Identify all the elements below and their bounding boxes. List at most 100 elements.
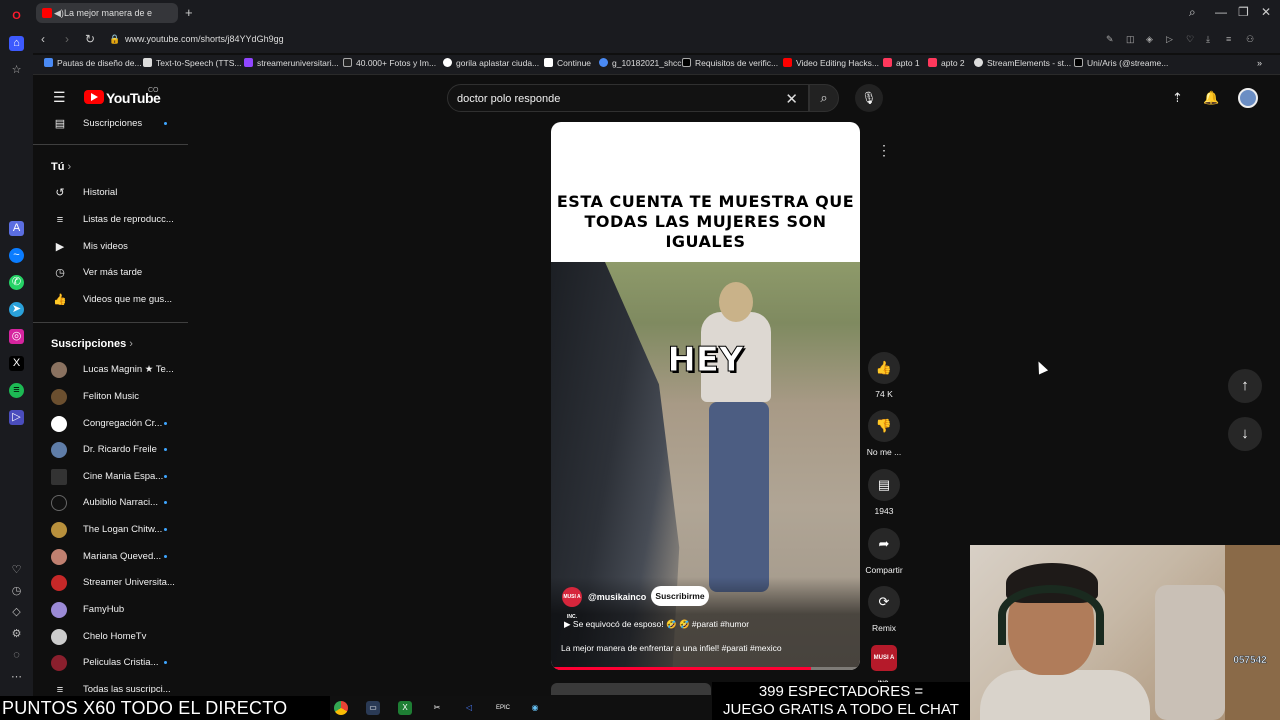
search-button[interactable]: ⌕ [809, 84, 839, 112]
forward-button[interactable]: › [65, 32, 69, 46]
messenger-icon[interactable]: ~ [9, 248, 24, 263]
subscription-item[interactable]: Aubiblio Narraci... [33, 491, 193, 515]
more-options-icon[interactable]: ⋮ [870, 136, 898, 164]
search-tabs-icon[interactable]: ⌕ [1189, 5, 1196, 20]
whatsapp-icon[interactable]: ✆ [9, 275, 24, 290]
sidebar-item-liked-videos[interactable]: 👍 Videos que me gus... [33, 288, 193, 312]
steam-icon[interactable]: ◉ [528, 701, 542, 715]
download-icon[interactable]: ⤓ [1206, 34, 1210, 45]
microphone-icon[interactable]: 🎙 [855, 84, 883, 112]
bookmark-item[interactable]: apto 2 [928, 58, 965, 68]
history-icon[interactable]: ◷ [9, 584, 24, 599]
camera-icon[interactable]: ◫ [1126, 34, 1135, 45]
channel-avatar[interactable]: MUSI A INC. [562, 587, 582, 620]
more-icon[interactable]: ⋯ [9, 670, 24, 685]
sound-thumbnail[interactable]: MUSI A INC. [871, 645, 897, 687]
section-heading-subscriptions[interactable]: Suscripciones › [51, 338, 133, 350]
video-title[interactable]: La mejor manera de enfrentar a una infie… [561, 643, 782, 653]
url-field[interactable]: www.youtube.com/shorts/j84YYdGh9gg [125, 34, 284, 44]
youtube-logo-icon[interactable] [84, 90, 104, 104]
epic-games-icon[interactable]: EPIC [496, 701, 510, 715]
hamburger-menu-icon[interactable]: ☰ [53, 89, 66, 106]
opera-logo-icon[interactable]: O [9, 9, 24, 24]
account-avatar[interactable] [1238, 88, 1258, 108]
subscription-item[interactable]: Chelo HomeTv [33, 625, 193, 649]
shield-icon[interactable]: ◈ [1146, 34, 1153, 45]
edit-icon[interactable]: ✎ [1106, 34, 1114, 45]
vscode-icon[interactable]: ◁ [462, 701, 476, 715]
next-short-button[interactable]: ↓ [1228, 417, 1262, 451]
bookmark-item[interactable]: gorila aplastar ciuda... [443, 58, 539, 68]
subscription-item[interactable]: Feliton Music [33, 385, 193, 409]
music-link[interactable]: ▶ Se equivocó de esposo! 🤣 🤣 #parati #hu… [564, 619, 749, 630]
short-player[interactable]: ESTA CUENTA TE MUESTRA QUE TODAS LAS MUJ… [551, 122, 860, 670]
section-heading-you[interactable]: Tú › [51, 161, 71, 173]
telegram-icon[interactable]: ➤ [9, 302, 24, 317]
player-icon[interactable]: ▷ [9, 410, 24, 425]
subscription-item[interactable]: Congregación Cr... [33, 412, 193, 436]
subscription-item[interactable]: FamyHub [33, 598, 193, 622]
app-icon[interactable]: ▭ [366, 701, 380, 715]
favorite-icon[interactable]: ♡ [1186, 34, 1194, 45]
previous-short-button[interactable]: ↑ [1228, 369, 1262, 403]
next-short-preview[interactable] [551, 683, 711, 695]
bookmark-item[interactable]: Continue [544, 58, 591, 68]
bookmark-item[interactable]: apto 1 [883, 58, 920, 68]
bookmark-item[interactable]: 40.000+ Fotos y Im... [343, 58, 436, 68]
maximize-button[interactable]: ❐ [1238, 5, 1249, 19]
bookmark-item[interactable]: Requisitos de verific... [682, 58, 778, 68]
sidebar-item-history[interactable]: ↺ Historial [33, 181, 193, 205]
subscription-item[interactable]: Peliculas Cristia... [33, 651, 193, 675]
like-button[interactable]: 👍 74 K [860, 352, 908, 399]
capcut-icon[interactable]: ✂ [430, 701, 444, 715]
subscription-item[interactable]: Dr. Ricardo Freile [33, 438, 193, 462]
bookmark-item[interactable]: StreamElements - st... [974, 58, 1071, 68]
instagram-icon[interactable]: ◎ [9, 329, 24, 344]
spotify-icon[interactable]: ≡ [9, 383, 24, 398]
sidebar-item-my-videos[interactable]: ▶ Mis videos [33, 235, 193, 259]
x-icon[interactable]: X [9, 356, 24, 371]
subscription-item[interactable]: Mariana Queved... [33, 545, 193, 569]
remix-button[interactable]: ⟳ Remix [860, 586, 908, 633]
play-icon[interactable]: ▷ [1166, 34, 1173, 45]
subscription-item[interactable]: Cine Mania Espa... [33, 465, 193, 489]
heart-icon[interactable]: ♡ [9, 563, 24, 578]
upload-icon[interactable]: ⇡ [1172, 90, 1183, 106]
reload-button[interactable]: ↻ [85, 32, 95, 46]
sidebar-item-all-subscriptions[interactable]: ≡ Todas las suscripci... [33, 678, 193, 693]
excel-icon[interactable]: X [398, 701, 412, 715]
bookmark-item[interactable]: Pautas de diseño de... [44, 58, 142, 68]
subscribe-button[interactable]: Suscribirme [651, 586, 709, 606]
share-button[interactable]: ➦ Compartir [860, 528, 908, 575]
bulb-icon[interactable]: ◌ [9, 648, 24, 663]
search-box[interactable]: doctor polo responde ✕ [447, 84, 809, 112]
pin-icon[interactable]: ☆ [9, 63, 24, 78]
subscription-item[interactable]: Lucas Magnin ★ Te... [33, 358, 193, 382]
chrome-icon[interactable] [334, 701, 348, 715]
sidebar-item-watch-later[interactable]: ◷ Ver más tarde [33, 261, 193, 285]
speaker-icon[interactable]: ◀) [54, 3, 64, 23]
aria-icon[interactable]: A [9, 221, 24, 236]
subscription-item[interactable]: The Logan Chitw... [33, 518, 193, 542]
menu-icon[interactable]: ≡ [1226, 34, 1231, 44]
progress-bar[interactable] [551, 667, 811, 670]
channel-name[interactable]: @musikainco [588, 592, 646, 602]
clear-search-icon[interactable]: ✕ [785, 90, 798, 108]
bookmarks-more-icon[interactable]: » [1257, 58, 1262, 68]
home-icon[interactable]: ⌂ [9, 36, 24, 51]
settings-icon[interactable]: ⚙ [9, 627, 24, 642]
bookmark-item[interactable]: Video Editing Hacks... [783, 58, 879, 68]
dislike-button[interactable]: 👎 No me ... [860, 410, 908, 457]
search-input[interactable]: doctor polo responde [457, 93, 560, 105]
close-window-button[interactable]: ✕ [1261, 5, 1271, 19]
bookmark-item[interactable]: g_10182021_shcc [599, 58, 681, 68]
back-button[interactable]: ‹ [41, 32, 45, 46]
bookmark-item[interactable]: streameruniversitari... [244, 58, 339, 68]
subscription-item[interactable]: Streamer Universita... [33, 571, 193, 595]
bookmark-item[interactable]: Text-to-Speech (TTS... [143, 58, 242, 68]
sidebar-item-playlists[interactable]: ≡ Listas de reproducc... [33, 208, 193, 232]
tab-active[interactable]: ◀) La mejor manera de e [36, 3, 178, 23]
new-tab-button[interactable]: + [185, 5, 193, 20]
sidebar-item-subscriptions[interactable]: ▤ Suscripciones [33, 118, 193, 136]
comments-button[interactable]: ▤ 1943 [860, 469, 908, 516]
